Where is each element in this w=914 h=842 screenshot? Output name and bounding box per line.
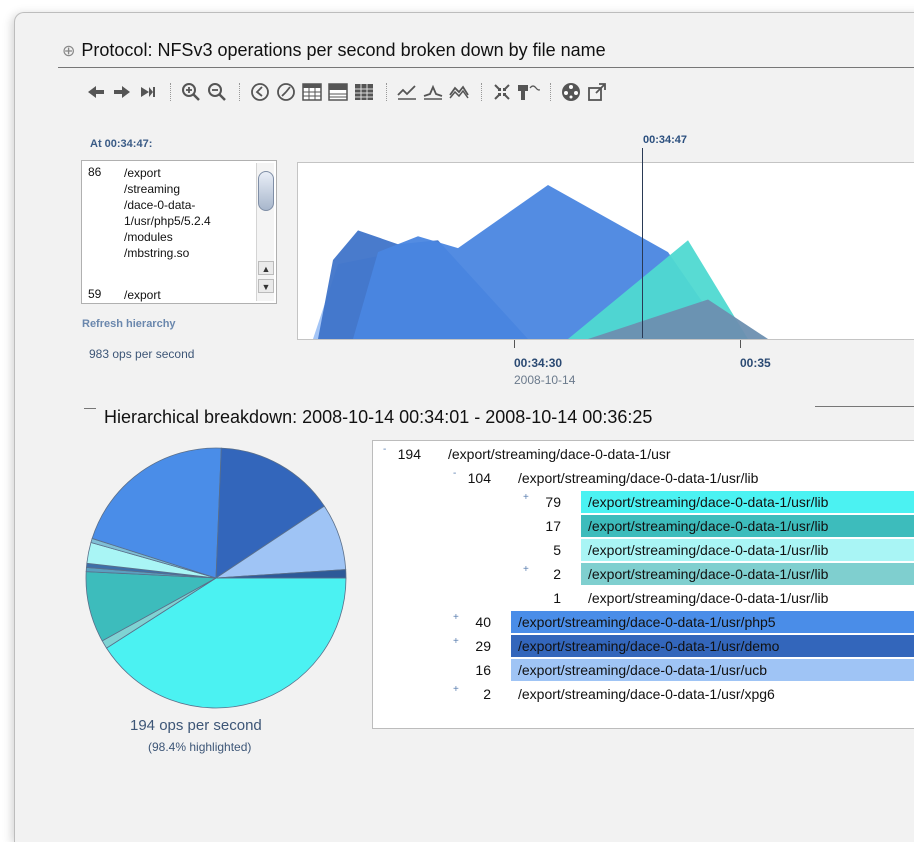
file-list[interactable]: 86 /export /streaming /dace-0-data- 1/us… bbox=[81, 160, 277, 304]
tree-row[interactable]: +2/export/streaming/dace-0-data-1/usr/li… bbox=[373, 563, 914, 585]
move-handle-icon[interactable]: ⊕ bbox=[62, 43, 75, 60]
skip-end-icon[interactable] bbox=[136, 80, 160, 104]
scroll-up-arrow-icon[interactable]: ▲ bbox=[258, 261, 274, 275]
file-count: 86 bbox=[88, 165, 102, 179]
tree-count: 2 bbox=[553, 566, 561, 582]
toolbar-separator bbox=[386, 83, 387, 101]
table-icon[interactable] bbox=[300, 80, 324, 104]
tree-count: 5 bbox=[553, 542, 561, 558]
tree-path: /export/streaming/dace-0-data-1/usr/php5 bbox=[511, 611, 914, 633]
scroll-down-arrow-icon[interactable]: ▼ bbox=[258, 279, 274, 293]
tree-path: /export/streaming/dace-0-data-1/usr/lib bbox=[581, 539, 914, 561]
x-axis-tick bbox=[514, 340, 515, 348]
collapse-icon[interactable]: - bbox=[453, 463, 456, 485]
tree-count: 16 bbox=[475, 662, 491, 678]
expand-icon[interactable]: + bbox=[453, 607, 459, 629]
tree-count: 17 bbox=[545, 518, 561, 534]
tree-row[interactable]: 17/export/streaming/dace-0-data-1/usr/li… bbox=[373, 515, 914, 537]
pie-ops-label: 194 ops per second bbox=[130, 717, 262, 734]
file-path: /export /streaming /dace-0-data- 1/usr/p… bbox=[124, 166, 211, 260]
time-marker-label: 00:34:47 bbox=[643, 134, 688, 146]
tree-row[interactable]: -104/export/streaming/dace-0-data-1/usr/… bbox=[373, 467, 914, 489]
tree-path: /export/streaming/dace-0-data-1/usr/ucb bbox=[511, 659, 914, 681]
line-peak-icon[interactable] bbox=[421, 80, 445, 104]
scroll-thumb[interactable] bbox=[258, 171, 274, 211]
collapse-icon[interactable]: - bbox=[383, 441, 386, 461]
zoom-out-icon[interactable] bbox=[205, 80, 229, 104]
tree-row[interactable]: -194/export/streaming/dace-0-data-1/usr bbox=[373, 443, 914, 465]
toolbar-separator bbox=[550, 83, 551, 101]
expand-icon[interactable]: + bbox=[453, 679, 459, 701]
tree-path: /export/streaming/dace-0-data-1/usr/demo bbox=[511, 635, 914, 657]
toolbar-separator bbox=[170, 83, 171, 101]
refresh-hierarchy-link[interactable]: Refresh hierarchy bbox=[82, 318, 176, 330]
x-axis-label: 00:34:30 bbox=[514, 356, 563, 370]
section-divider bbox=[84, 408, 96, 409]
tree-row[interactable]: +40/export/streaming/dace-0-data-1/usr/p… bbox=[373, 611, 914, 633]
tree-row[interactable]: +29/export/streaming/dace-0-data-1/usr/d… bbox=[373, 635, 914, 657]
tree-path: /export/streaming/dace-0-data-1/usr/xpg6 bbox=[518, 686, 775, 702]
tree-path: /export/streaming/dace-0-data-1/usr/lib bbox=[518, 470, 759, 486]
tree-count: 194 bbox=[397, 446, 421, 462]
expand-icon[interactable]: + bbox=[523, 559, 529, 581]
table-full-icon[interactable] bbox=[352, 80, 376, 104]
file-count: 59 bbox=[88, 287, 102, 301]
ops-per-second: 983 ops per second bbox=[89, 347, 195, 361]
palette-icon[interactable] bbox=[559, 80, 583, 104]
tree-row[interactable]: 1/export/streaming/dace-0-data-1/usr/lib bbox=[373, 587, 914, 609]
tree-row[interactable]: 5/export/streaming/dace-0-data-1/usr/lib bbox=[373, 539, 914, 561]
x-axis-tick bbox=[740, 340, 741, 348]
zoom-in-icon[interactable] bbox=[179, 80, 203, 104]
tree-count: 29 bbox=[475, 638, 491, 654]
forward-icon[interactable] bbox=[110, 80, 134, 104]
hierarchy-tree[interactable]: -194/export/streaming/dace-0-data-1/usr -… bbox=[372, 440, 914, 729]
expand-icon[interactable]: + bbox=[453, 631, 459, 653]
toolbar-separator bbox=[481, 83, 482, 101]
tree-count: 104 bbox=[467, 470, 491, 486]
tree-count: 1 bbox=[553, 590, 561, 606]
x-axis-label: 00:35 bbox=[740, 356, 771, 370]
line-chart-icon[interactable] bbox=[395, 80, 419, 104]
tree-path: /export/streaming/dace-0-data-1/usr/lib bbox=[581, 563, 914, 585]
toolbar-separator bbox=[239, 83, 240, 101]
collapse-icon[interactable] bbox=[490, 80, 514, 104]
tree-row[interactable]: +2/export/streaming/dace-0-data-1/usr/xp… bbox=[373, 683, 914, 705]
tree-count: 79 bbox=[545, 494, 561, 510]
tree-path: /export/streaming/dace-0-data-1/usr/lib bbox=[581, 491, 914, 513]
pie-chart[interactable] bbox=[82, 444, 350, 712]
drill-down-icon[interactable] bbox=[516, 80, 540, 104]
section-divider bbox=[815, 406, 914, 407]
table-compact-icon[interactable] bbox=[326, 80, 350, 104]
pie-highlight-label: (98.4% highlighted) bbox=[148, 740, 252, 754]
panel-title-text: Protocol: NFSv3 operations per second br… bbox=[81, 40, 606, 60]
expand-icon[interactable]: + bbox=[523, 487, 529, 509]
area-chart-svg bbox=[298, 184, 768, 339]
tree-path: /export/streaming/dace-0-data-1/usr/lib bbox=[588, 590, 829, 606]
clock-back-icon[interactable] bbox=[248, 80, 272, 104]
list-item[interactable]: 59 /export bbox=[88, 287, 244, 303]
time-label: At 00:34:47: bbox=[90, 138, 153, 150]
list-item[interactable]: 86 /export /streaming /dace-0-data- 1/us… bbox=[88, 165, 244, 261]
section-title: Hierarchical breakdown: 2008-10-14 00:34… bbox=[104, 407, 653, 427]
panel-title: ⊕ Protocol: NFSv3 operations per second b… bbox=[62, 40, 606, 61]
area-chart-icon[interactable] bbox=[447, 80, 471, 104]
file-path: /export bbox=[124, 288, 161, 302]
tree-row[interactable]: +79/export/streaming/dace-0-data-1/usr/l… bbox=[373, 491, 914, 513]
toolbar bbox=[84, 78, 611, 106]
tree-path: /export/streaming/dace-0-data-1/usr bbox=[448, 446, 671, 462]
tree-count: 40 bbox=[475, 614, 491, 630]
title-divider bbox=[58, 67, 914, 68]
x-axis-sublabel: 2008-10-14 bbox=[514, 373, 576, 387]
list-scrollbar[interactable]: ▲ ▼ bbox=[256, 163, 274, 301]
clock-forward-icon[interactable] bbox=[274, 80, 298, 104]
pie-chart-svg bbox=[85, 447, 347, 709]
tree-path: /export/streaming/dace-0-data-1/usr/lib bbox=[581, 515, 914, 537]
time-marker-line[interactable] bbox=[642, 148, 643, 338]
tree-row[interactable]: 16/export/streaming/dace-0-data-1/usr/uc… bbox=[373, 659, 914, 681]
time-series-chart[interactable] bbox=[297, 162, 914, 340]
tree-count: 2 bbox=[483, 686, 491, 702]
back-icon[interactable] bbox=[84, 80, 108, 104]
export-icon[interactable] bbox=[585, 80, 609, 104]
